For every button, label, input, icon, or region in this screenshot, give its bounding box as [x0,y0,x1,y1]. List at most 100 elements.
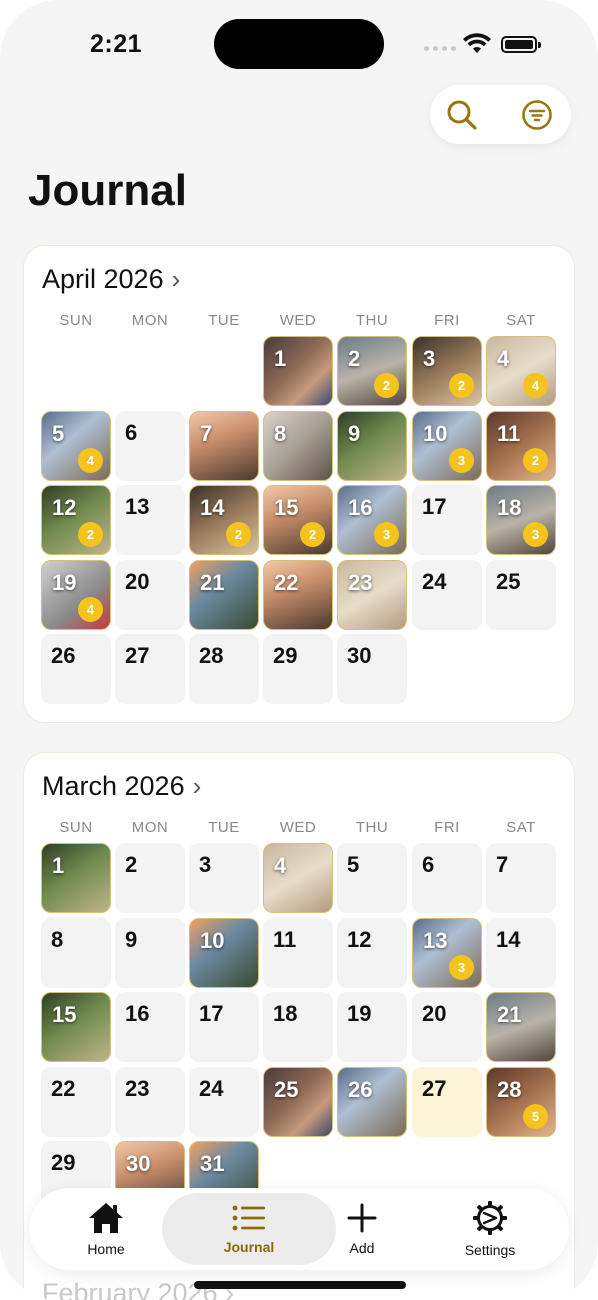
calendar-day[interactable]: 32 [412,336,482,406]
day-number: 30 [126,1151,151,1176]
calendar-day[interactable]: 17 [189,992,259,1062]
calendar-day[interactable]: 4 [263,843,333,913]
month-header[interactable]: March 2026 › [42,771,201,802]
calendar-day[interactable]: 13 3 [412,917,482,988]
calendar-day[interactable]: 30 [337,634,407,704]
day-number: 31 [200,1151,225,1176]
entry-count-badge: 2 [300,522,325,547]
toolbar-pill [430,85,571,144]
filter-button[interactable] [517,95,557,135]
calendar-day[interactable]: 11 2 [486,410,556,481]
calendar-day[interactable]: 18 [263,992,333,1062]
calendar-day[interactable]: 7 [189,410,259,481]
weekday-label: WED [279,819,317,836]
entry-count-badge: 3 [523,522,548,547]
search-button[interactable] [442,95,482,135]
calendar-day[interactable]: 3 [189,843,259,913]
calendar-day[interactable]: 24 [412,559,482,630]
calendar-day[interactable]: 27 [115,634,185,704]
weekday-label: THU [355,819,389,836]
calendar-day[interactable]: 19 4 [41,559,111,630]
tab-settings[interactable]: Settings [425,1188,555,1270]
calendar-day[interactable]: 26 [41,634,111,704]
calendar-day[interactable]: 22 [263,559,333,630]
calendar-day[interactable]: 5 [337,843,407,913]
weekday-label: SUN [59,312,93,329]
tab-add[interactable]: Add [297,1188,427,1270]
calendar-day[interactable]: 17 [412,485,482,555]
calendar-day[interactable]: 9 [337,410,407,481]
day-number: 25 [496,568,521,594]
calendar-day[interactable]: 12 2 [41,485,111,555]
calendar-day[interactable]: 22 [337,336,407,406]
plus-icon [347,1203,377,1233]
entry-count-badge: 4 [523,373,548,398]
calendar-day[interactable]: 20 [412,992,482,1062]
weekday-label: FRI [434,312,460,329]
weekday-label: SAT [506,819,536,836]
calendar-day[interactable]: 8 [41,917,111,988]
calendar-day[interactable]: 21 [486,992,556,1062]
calendar-day[interactable]: 44 [486,336,556,406]
day-number: 2 [125,852,138,877]
calendar-day[interactable]: 29 [263,634,333,704]
calendar-day[interactable]: 22 [41,1066,111,1137]
day-number: 24 [199,1075,224,1101]
calendar-day[interactable]: 28 5 [486,1066,556,1137]
calendar-day[interactable]: 28 [189,634,259,704]
calendar-day[interactable]: 23 [337,559,407,630]
calendar-day[interactable]: 10 3 [412,410,482,481]
day-number: 23 [125,1075,150,1101]
search-icon [447,100,477,130]
calendar-day[interactable]: 16 3 [337,485,407,555]
calendar-day[interactable]: 7 [486,843,556,913]
calendar-day[interactable]: 14 2 [189,485,259,555]
calendar-day[interactable]: 24 [189,1066,259,1137]
calendar-day[interactable]: 23 [115,1066,185,1137]
day-number: 26 [51,643,76,668]
calendar-day[interactable]: 54 [41,410,111,481]
weekday-label: TUE [208,819,240,836]
entry-count-badge: 5 [523,1103,548,1129]
calendar-day[interactable]: 8 [263,410,333,481]
weekday-label: TUE [208,312,240,329]
calendar-day[interactable]: 1 [263,336,333,406]
calendar-day[interactable]: 25 [486,559,556,630]
entry-count-badge: 2 [226,522,251,547]
entry-count-badge: 4 [78,596,103,622]
calendar-day[interactable]: 15 2 [263,485,333,555]
calendar-day[interactable]: 11 [263,917,333,988]
weekday-label: THU [355,312,389,329]
calendar-day[interactable]: 25 [263,1066,333,1137]
day-number: 12 [52,495,77,520]
tab-home[interactable]: Home [41,1188,171,1270]
day-number: 25 [274,1076,299,1102]
calendar-day[interactable]: 6 [412,843,482,913]
day-number: 21 [200,569,225,595]
day-number: 8 [51,926,64,952]
month-title: April 2026 [42,264,164,294]
day-number: 17 [422,494,447,519]
calendar-day[interactable]: 14 [486,917,556,988]
day-number: 1 [274,346,287,371]
calendar-day[interactable]: 21 [189,559,259,630]
calendar-day[interactable]: 20 [115,559,185,630]
calendar-day[interactable]: 26 [337,1066,407,1137]
calendar-day[interactable]: 1 [41,843,111,913]
calendar-day[interactable]: 16 [115,992,185,1062]
calendar-day[interactable]: 13 [115,485,185,555]
calendar-day[interactable]: 10 [189,917,259,988]
home-indicator [194,1281,406,1289]
day-number: 20 [125,568,150,594]
calendar-day[interactable]: 18 3 [486,485,556,555]
calendar-day[interactable]: 27 [412,1066,482,1137]
calendar-day[interactable]: 2 [115,843,185,913]
calendar-day[interactable]: 6 [115,410,185,481]
day-number: 4 [497,346,510,371]
chevron-right-icon: › [171,264,181,294]
calendar-day[interactable]: 12 [337,917,407,988]
calendar-day[interactable]: 19 [337,992,407,1062]
month-header[interactable]: April 2026 › [42,264,180,295]
calendar-day[interactable]: 15 [41,992,111,1062]
calendar-day[interactable]: 9 [115,917,185,988]
